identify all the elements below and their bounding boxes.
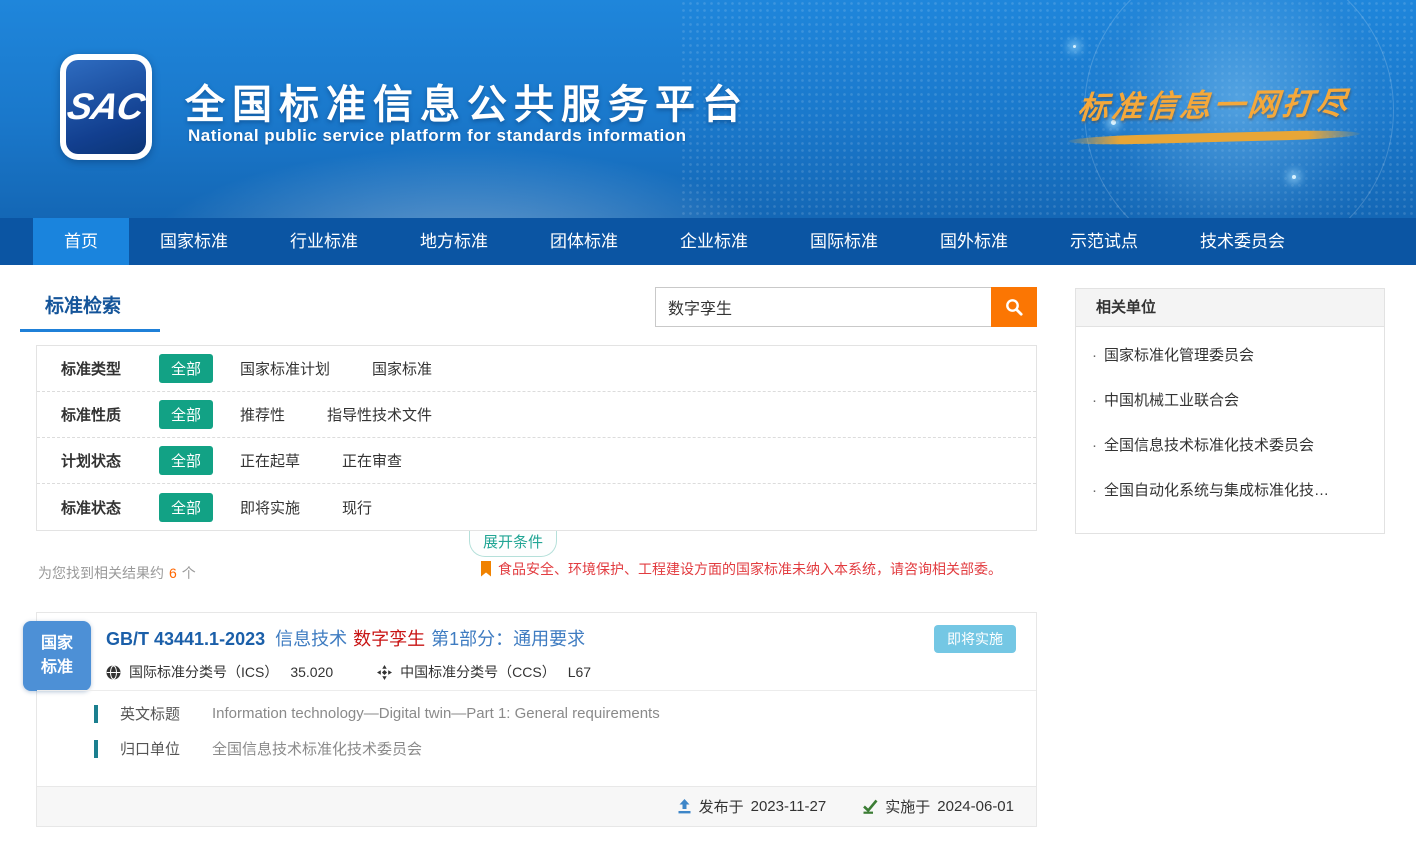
committee-label: 归口单位 [120,738,212,759]
nav-item-enterprise-standards[interactable]: 企业标准 [649,218,779,265]
english-title-label: 英文标题 [120,703,212,724]
system-notice: 食品安全、环境保护、工程建设方面的国家标准未纳入本系统，请咨询相关部委。 [480,559,1002,579]
card-header: GB/T 43441.1-2023信息技术数字孪生第1部分：通用要求 即将实施 … [37,613,1036,691]
filter-row-standard-status: 标准状态 全部 即将实施 现行 [37,484,1036,530]
ics-meta: 国际标准分类号（ICS） 35.020 [106,662,333,682]
related-units-title: 相关单位 [1076,289,1384,327]
published-date: 2023-11-27 [751,798,827,815]
filter-label: 计划状态 [61,450,159,471]
ccs-meta: 中国标准分类号（CCS） L67 [377,662,591,682]
status-badge: 即将实施 [934,625,1016,653]
nav-item-international-standards[interactable]: 国际标准 [779,218,909,265]
related-units-list: 国家标准化管理委员会 中国机械工业联合会 全国信息技术标准化技术委员会 全国自动… [1076,327,1384,513]
slogan-text: 标准信息一网打尽 [1062,77,1366,127]
filter-all-badge[interactable]: 全部 [159,493,213,522]
main-content: 标准检索 标准类型 全部 国家标准计划 国家标准 标准性质 全部 推荐性 指导性… [0,265,1416,845]
sac-logo-text: SAC [64,86,148,128]
site-header: SAC 全国标准信息公共服务平台 National public service… [0,0,1416,218]
filter-row-standard-nature: 标准性质 全部 推荐性 指导性技术文件 [37,392,1036,438]
card-meta-row: 国际标准分类号（ICS） 35.020 中国标准分类号（CCS） L67 [106,662,1036,682]
nav-item-foreign-standards[interactable]: 国外标准 [909,218,1039,265]
result-card: 国家 标准 GB/T 43441.1-2023信息技术数字孪生第1部分：通用要求… [36,612,1037,827]
notice-text: 食品安全、环境保护、工程建设方面的国家标准未纳入本系统，请咨询相关部委。 [498,559,1002,579]
ccs-value: L67 [568,664,591,680]
sidebar-item-machinery-federation[interactable]: 中国机械工业联合会 [1076,378,1384,423]
filter-panel: 标准类型 全部 国家标准计划 国家标准 标准性质 全部 推荐性 指导性技术文件 … [36,345,1037,531]
standard-title-part2: 第1部分：通用要求 [431,629,585,649]
nav-item-home[interactable]: 首页 [33,218,129,265]
ccs-label: 中国标准分类号（CCS） [400,662,556,682]
filter-option[interactable]: 正在审查 [342,450,402,471]
related-units-panel: 相关单位 国家标准化管理委员会 中国机械工业联合会 全国信息技术标准化技术委员会… [1075,288,1385,534]
sidebar-item-it-standards-committee[interactable]: 全国信息技术标准化技术委员会 [1076,423,1384,468]
ics-label: 国际标准分类号（ICS） [129,662,278,682]
expand-conditions-button[interactable]: 展开条件 [469,531,557,557]
compass-icon [377,665,392,680]
search-icon [1004,297,1024,317]
ics-value: 35.020 [290,664,333,680]
nav-item-industry-standards[interactable]: 行业标准 [259,218,389,265]
published-date-item: 发布于 2023-11-27 [677,796,827,817]
filter-label: 标准类型 [61,358,159,379]
teal-bar-decoration [94,740,98,758]
sac-logo-inner: SAC [66,60,146,154]
slogan: 标准信息一网打尽 [1064,80,1364,142]
search-button[interactable] [991,287,1037,327]
teal-bar-decoration [94,705,98,723]
filter-label: 标准状态 [61,497,159,518]
standard-title-link[interactable]: GB/T 43441.1-2023 信息技术数字孪生第1部分：通用要求 [106,625,1036,651]
result-count-prefix: 为您找到相关结果约 [38,565,164,581]
nav-item-pilot[interactable]: 示范试点 [1039,218,1169,265]
search-box [655,287,1037,327]
result-count-suffix: 个 [182,565,196,581]
committee-row: 归口单位 全国信息技术标准化技术委员会 [94,738,1036,759]
standard-title-highlight: 数字孪生 [353,629,425,649]
standard-code: GB/T 43441.1-2023 [106,629,265,649]
nav-item-national-standards[interactable]: 国家标准 [129,218,259,265]
page-title-underline [20,329,160,332]
filter-option[interactable]: 现行 [342,497,372,518]
filter-option[interactable]: 国家标准 [372,358,432,379]
sidebar-item-automation-committee[interactable]: 全国自动化系统与集成标准化技… [1076,468,1384,513]
publish-icon [677,799,692,814]
bookmark-icon [480,561,492,577]
card-footer: 发布于 2023-11-27 实施于 2024-06-01 [37,786,1036,826]
glow-dot [1073,45,1076,48]
header-glow-decoration [113,138,813,218]
search-input[interactable] [655,287,991,327]
filter-option[interactable]: 指导性技术文件 [327,404,432,425]
sac-logo[interactable]: SAC [60,54,152,160]
filter-option[interactable]: 国家标准计划 [240,358,330,379]
implemented-label: 实施于 [885,796,930,817]
page-title: 标准检索 [45,291,121,318]
site-subtitle: National public service platform for sta… [188,126,686,146]
filter-option[interactable]: 正在起草 [240,450,300,471]
result-count: 为您找到相关结果约 6个 [38,563,196,583]
implemented-date: 2024-06-01 [937,798,1014,815]
glow-dot [1292,175,1296,179]
filter-row-plan-status: 计划状态 全部 正在起草 正在审查 [37,438,1036,484]
committee-value: 全国信息技术标准化技术委员会 [212,738,422,759]
site-title: 全国标准信息公共服务平台 [185,72,749,130]
nav-item-technical-committee[interactable]: 技术委员会 [1169,218,1316,265]
published-label: 发布于 [699,796,744,817]
nav-item-group-standards[interactable]: 团体标准 [519,218,649,265]
filter-option[interactable]: 即将实施 [240,497,300,518]
globe-icon [106,665,121,680]
filter-label: 标准性质 [61,404,159,425]
english-title-row: 英文标题 Information technology—Digital twin… [94,703,1036,724]
filter-row-standard-type: 标准类型 全部 国家标准计划 国家标准 [37,346,1036,392]
result-count-number: 6 [169,565,177,581]
implemented-check-icon [862,799,878,814]
sidebar-item-sac[interactable]: 国家标准化管理委员会 [1076,333,1384,378]
filter-all-badge[interactable]: 全部 [159,446,213,475]
implemented-date-item: 实施于 2024-06-01 [862,796,1014,817]
english-title-value: Information technology—Digital twin—Part… [212,705,660,722]
filter-all-badge[interactable]: 全部 [159,400,213,429]
filter-all-badge[interactable]: 全部 [159,354,213,383]
standard-title-part1: 信息技术 [275,629,347,649]
nav-item-local-standards[interactable]: 地方标准 [389,218,519,265]
filter-option[interactable]: 推荐性 [240,404,285,425]
main-nav: 首页 国家标准 行业标准 地方标准 团体标准 企业标准 国际标准 国外标准 示范… [0,218,1416,265]
